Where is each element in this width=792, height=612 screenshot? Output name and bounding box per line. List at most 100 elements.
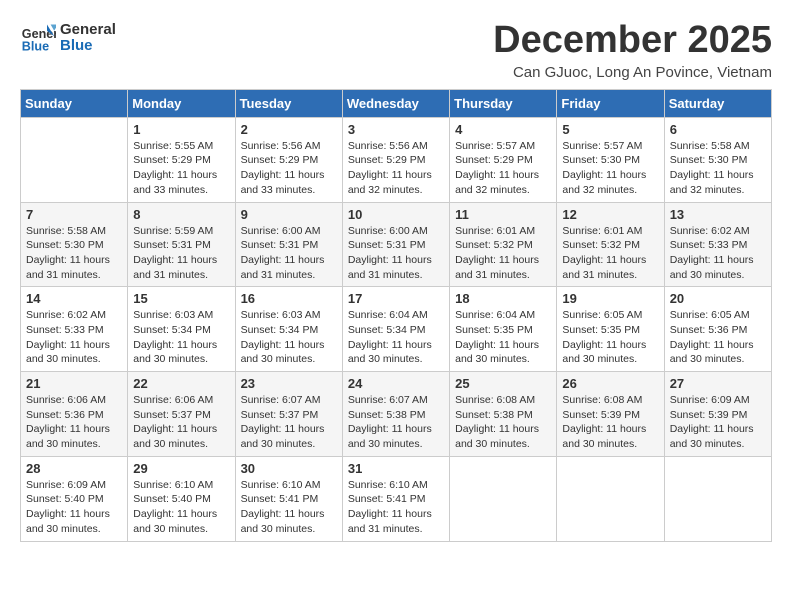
day-number: 27 xyxy=(670,376,766,391)
day-number: 3 xyxy=(348,122,444,137)
day-info: Sunrise: 5:55 AMSunset: 5:29 PMDaylight:… xyxy=(133,139,229,198)
day-number: 31 xyxy=(348,461,444,476)
day-info: Sunrise: 5:56 AMSunset: 5:29 PMDaylight:… xyxy=(241,139,337,198)
day-header-friday: Friday xyxy=(557,89,664,117)
day-info: Sunrise: 6:09 AMSunset: 5:39 PMDaylight:… xyxy=(670,393,766,452)
calendar-day-cell: 29 Sunrise: 6:10 AMSunset: 5:40 PMDayligh… xyxy=(128,456,235,541)
day-number: 22 xyxy=(133,376,229,391)
calendar-day-cell: 10Sunrise: 6:00 AMSunset: 5:31 PMDayligh… xyxy=(342,202,449,287)
day-number: 6 xyxy=(670,122,766,137)
location-subtitle: Can GJuoc, Long An Povince, Vietnam xyxy=(493,64,772,81)
day-info: Sunrise: 6:10 AMSunset: 5:41 PMDaylight:… xyxy=(241,478,337,537)
calendar-week-row: 28 Sunrise: 6:09 AMSunset: 5:40 PMDayligh… xyxy=(21,456,772,541)
calendar-day-cell: 2 Sunrise: 5:56 AMSunset: 5:29 PMDaylight… xyxy=(235,117,342,202)
calendar-day-cell: 14Sunrise: 6:02 AMSunset: 5:33 PMDayligh… xyxy=(21,287,128,372)
day-number: 5 xyxy=(562,122,658,137)
day-number: 4 xyxy=(455,122,551,137)
day-header-monday: Monday xyxy=(128,89,235,117)
day-info: Sunrise: 6:01 AMSunset: 5:32 PMDaylight:… xyxy=(455,224,551,283)
calendar-day-cell: 26Sunrise: 6:08 AMSunset: 5:39 PMDayligh… xyxy=(557,372,664,457)
day-number: 25 xyxy=(455,376,551,391)
day-number: 28 xyxy=(26,461,122,476)
calendar-week-row: 7 Sunrise: 5:58 AMSunset: 5:30 PMDaylight… xyxy=(21,202,772,287)
calendar-day-cell: 7 Sunrise: 5:58 AMSunset: 5:30 PMDaylight… xyxy=(21,202,128,287)
calendar-day-cell: 1 Sunrise: 5:55 AMSunset: 5:29 PMDaylight… xyxy=(128,117,235,202)
day-number: 10 xyxy=(348,207,444,222)
day-info: Sunrise: 5:57 AMSunset: 5:30 PMDaylight:… xyxy=(562,139,658,198)
calendar-day-cell: 27 Sunrise: 6:09 AMSunset: 5:39 PMDayligh… xyxy=(664,372,771,457)
day-number: 2 xyxy=(241,122,337,137)
calendar-day-cell: 9Sunrise: 6:00 AMSunset: 5:31 PMDaylight… xyxy=(235,202,342,287)
logo-general-text: General xyxy=(60,22,116,39)
day-info: Sunrise: 6:00 AMSunset: 5:31 PMDaylight:… xyxy=(241,224,337,283)
day-info: Sunrise: 6:06 AMSunset: 5:36 PMDaylight:… xyxy=(26,393,122,452)
day-number: 30 xyxy=(241,461,337,476)
calendar-day-cell: 6Sunrise: 5:58 AMSunset: 5:30 PMDaylight… xyxy=(664,117,771,202)
day-number: 1 xyxy=(133,122,229,137)
title-section: December 2025 Can GJuoc, Long An Povince… xyxy=(493,20,772,81)
calendar-day-cell: 3 Sunrise: 5:56 AMSunset: 5:29 PMDaylight… xyxy=(342,117,449,202)
day-info: Sunrise: 6:07 AMSunset: 5:38 PMDaylight:… xyxy=(348,393,444,452)
day-header-tuesday: Tuesday xyxy=(235,89,342,117)
day-number: 21 xyxy=(26,376,122,391)
day-number: 24 xyxy=(348,376,444,391)
day-info: Sunrise: 6:10 AMSunset: 5:40 PMDaylight:… xyxy=(133,478,229,537)
day-info: Sunrise: 6:02 AMSunset: 5:33 PMDaylight:… xyxy=(670,224,766,283)
day-header-sunday: Sunday xyxy=(21,89,128,117)
day-info: Sunrise: 5:56 AMSunset: 5:29 PMDaylight:… xyxy=(348,139,444,198)
day-number: 12 xyxy=(562,207,658,222)
day-info: Sunrise: 6:07 AMSunset: 5:37 PMDaylight:… xyxy=(241,393,337,452)
logo-blue-text: Blue xyxy=(60,38,116,55)
day-number: 13 xyxy=(670,207,766,222)
calendar-week-row: 14Sunrise: 6:02 AMSunset: 5:33 PMDayligh… xyxy=(21,287,772,372)
calendar-day-cell: 24 Sunrise: 6:07 AMSunset: 5:38 PMDayligh… xyxy=(342,372,449,457)
day-header-wednesday: Wednesday xyxy=(342,89,449,117)
day-info: Sunrise: 6:08 AMSunset: 5:38 PMDaylight:… xyxy=(455,393,551,452)
empty-cell xyxy=(664,456,771,541)
calendar-day-cell: 11 Sunrise: 6:01 AMSunset: 5:32 PMDayligh… xyxy=(450,202,557,287)
day-number: 17 xyxy=(348,291,444,306)
day-info: Sunrise: 6:04 AMSunset: 5:35 PMDaylight:… xyxy=(455,308,551,367)
calendar-day-cell: 17 Sunrise: 6:04 AMSunset: 5:34 PMDayligh… xyxy=(342,287,449,372)
calendar-table: SundayMondayTuesdayWednesdayThursdayFrid… xyxy=(20,89,772,542)
calendar-day-cell: 12Sunrise: 6:01 AMSunset: 5:32 PMDayligh… xyxy=(557,202,664,287)
empty-cell xyxy=(450,456,557,541)
day-info: Sunrise: 6:04 AMSunset: 5:34 PMDaylight:… xyxy=(348,308,444,367)
day-number: 11 xyxy=(455,207,551,222)
calendar-week-row: 1 Sunrise: 5:55 AMSunset: 5:29 PMDaylight… xyxy=(21,117,772,202)
svg-text:Blue: Blue xyxy=(22,40,49,54)
day-header-thursday: Thursday xyxy=(450,89,557,117)
day-info: Sunrise: 6:05 AMSunset: 5:35 PMDaylight:… xyxy=(562,308,658,367)
day-info: Sunrise: 6:09 AMSunset: 5:40 PMDaylight:… xyxy=(26,478,122,537)
day-number: 23 xyxy=(241,376,337,391)
day-number: 20 xyxy=(670,291,766,306)
day-info: Sunrise: 5:58 AMSunset: 5:30 PMDaylight:… xyxy=(26,224,122,283)
calendar-day-cell: 31 Sunrise: 6:10 AMSunset: 5:41 PMDayligh… xyxy=(342,456,449,541)
day-info: Sunrise: 5:59 AMSunset: 5:31 PMDaylight:… xyxy=(133,224,229,283)
calendar-header-row: SundayMondayTuesdayWednesdayThursdayFrid… xyxy=(21,89,772,117)
day-info: Sunrise: 6:06 AMSunset: 5:37 PMDaylight:… xyxy=(133,393,229,452)
calendar-day-cell: 28 Sunrise: 6:09 AMSunset: 5:40 PMDayligh… xyxy=(21,456,128,541)
calendar-day-cell: 19Sunrise: 6:05 AMSunset: 5:35 PMDayligh… xyxy=(557,287,664,372)
calendar-day-cell: 8 Sunrise: 5:59 AMSunset: 5:31 PMDaylight… xyxy=(128,202,235,287)
day-info: Sunrise: 6:08 AMSunset: 5:39 PMDaylight:… xyxy=(562,393,658,452)
day-number: 16 xyxy=(241,291,337,306)
day-info: Sunrise: 5:57 AMSunset: 5:29 PMDaylight:… xyxy=(455,139,551,198)
day-number: 18 xyxy=(455,291,551,306)
calendar-day-cell: 18 Sunrise: 6:04 AMSunset: 5:35 PMDayligh… xyxy=(450,287,557,372)
day-info: Sunrise: 6:02 AMSunset: 5:33 PMDaylight:… xyxy=(26,308,122,367)
calendar-day-cell: 25 Sunrise: 6:08 AMSunset: 5:38 PMDayligh… xyxy=(450,372,557,457)
calendar-day-cell: 15 Sunrise: 6:03 AMSunset: 5:34 PMDayligh… xyxy=(128,287,235,372)
page-header: General Blue General Blue December 2025 … xyxy=(20,20,772,81)
day-info: Sunrise: 6:03 AMSunset: 5:34 PMDaylight:… xyxy=(133,308,229,367)
calendar-day-cell: 20 Sunrise: 6:05 AMSunset: 5:36 PMDayligh… xyxy=(664,287,771,372)
day-info: Sunrise: 6:10 AMSunset: 5:41 PMDaylight:… xyxy=(348,478,444,537)
calendar-week-row: 21 Sunrise: 6:06 AMSunset: 5:36 PMDayligh… xyxy=(21,372,772,457)
day-number: 15 xyxy=(133,291,229,306)
day-info: Sunrise: 6:03 AMSunset: 5:34 PMDaylight:… xyxy=(241,308,337,367)
day-number: 8 xyxy=(133,207,229,222)
day-number: 29 xyxy=(133,461,229,476)
logo-icon: General Blue xyxy=(20,20,56,56)
day-info: Sunrise: 6:05 AMSunset: 5:36 PMDaylight:… xyxy=(670,308,766,367)
day-number: 7 xyxy=(26,207,122,222)
